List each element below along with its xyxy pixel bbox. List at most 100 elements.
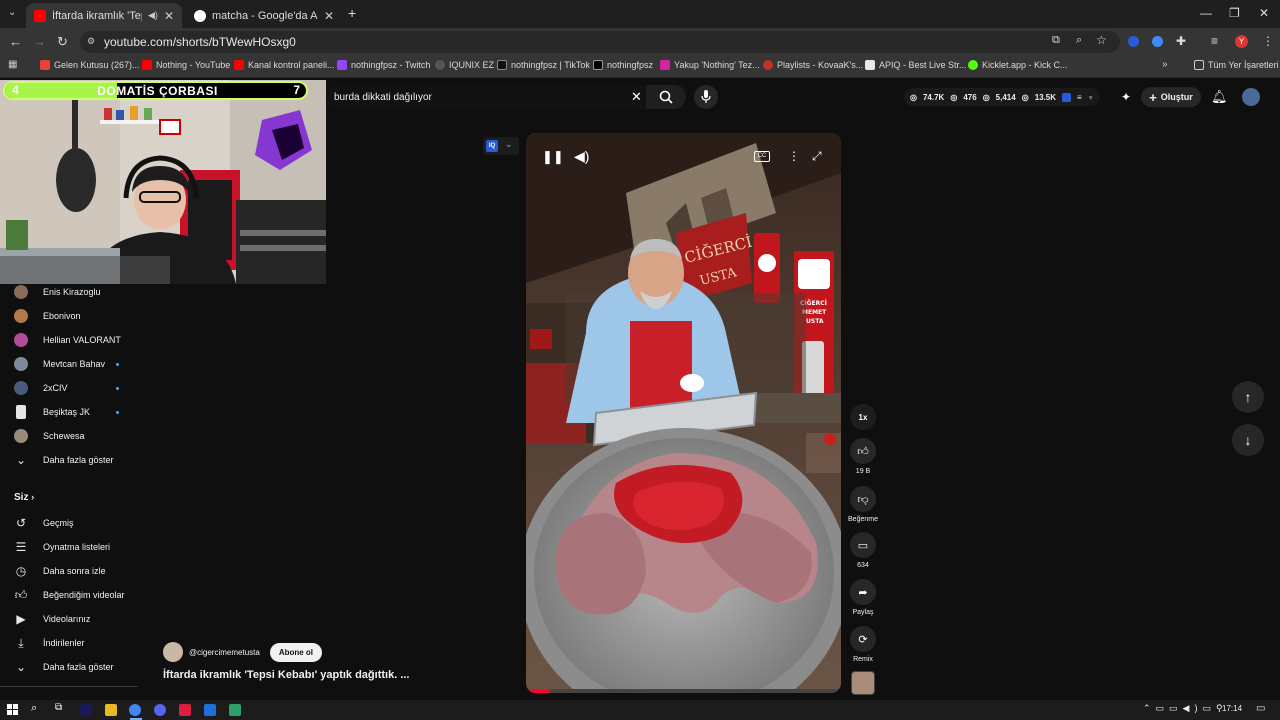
previous-short-button[interactable]: ↑	[1232, 381, 1264, 413]
search-icon[interactable]: ⌕	[31, 702, 37, 715]
clear-search-icon[interactable]: ✕	[631, 89, 642, 105]
bookmark-item[interactable]: nothingfpsz	[593, 60, 653, 70]
more-bookmarks-icon[interactable]: »	[1162, 59, 1168, 70]
browser-tab-bar: ⌄ İftarda ikramlık 'Tepsi Kebab ◀) ✕ mat…	[0, 0, 1280, 28]
sidebar-item-history[interactable]: ↺ Geçmiş	[14, 513, 74, 533]
bookmark-item[interactable]: Gelen Kutusu (267)...	[40, 60, 140, 70]
tab-google[interactable]: matcha - Google'da Ara ✕	[186, 3, 342, 28]
sidebar-item-subscription[interactable]: Hellian VALORANT	[14, 330, 121, 350]
notification-icon[interactable]: ▭	[1256, 703, 1265, 714]
extension-icon[interactable]	[1128, 36, 1139, 47]
close-tab-icon[interactable]: ✕	[164, 9, 174, 23]
subscribe-button[interactable]: Abone ol	[269, 642, 323, 662]
bookmark-item[interactable]: nothingfpsz | TikTok	[497, 60, 590, 70]
sidebar-item-watch-later[interactable]: ◷ Daha sonra izle	[14, 561, 106, 581]
dislike-button[interactable]: 👎︎ Beğenme	[848, 486, 878, 523]
address-bar[interactable]: ⚙ youtube.com/shorts/bTWewHOsxg0 ⧉ ⌕ ☆	[80, 31, 1120, 53]
apps-grid-icon[interactable]: ▦	[8, 59, 17, 70]
show-more-you[interactable]: ⌄ Daha fazla göster	[14, 657, 114, 677]
channel-avatar[interactable]	[163, 642, 183, 662]
app-icon[interactable]	[204, 704, 216, 716]
bookmark-item[interactable]: IQUNIX EZ	[435, 60, 494, 70]
sidebar-item-subscription[interactable]: Mevtcan Bahav	[14, 354, 105, 374]
fullscreen-icon[interactable]: ⤢	[812, 149, 822, 164]
extension-icon[interactable]	[1062, 92, 1072, 102]
sidebar-item-subscription[interactable]: Schewesa	[14, 426, 85, 446]
task-view-icon[interactable]: ⧉	[55, 702, 62, 713]
bookmark-item[interactable]: Playlists - KovaaK's...	[763, 60, 863, 70]
media-control-icon[interactable]: ≡	[1211, 34, 1218, 48]
system-tray-icons[interactable]: ⌃▭▭◀)▭⚲	[1143, 703, 1228, 714]
install-icon[interactable]: ⧉	[1052, 34, 1060, 47]
sidebar-item-subscription[interactable]: Beşiktaş JK	[14, 402, 90, 422]
close-window-icon[interactable]: ✕	[1259, 6, 1269, 20]
share-button[interactable]: ➦ Paylaş	[848, 579, 878, 616]
reload-icon[interactable]: ↻	[57, 34, 68, 50]
volume-icon[interactable]: ◀)	[574, 148, 589, 165]
quality-extension-button[interactable]: IQ ⌄	[483, 137, 519, 155]
sidebar-item-playlists[interactable]: ☰ Oynatma listeleri	[14, 537, 110, 557]
bookmark-item[interactable]: nothingfpsz - Twitch	[337, 60, 430, 70]
valorant-icon[interactable]	[179, 704, 191, 716]
video-title[interactable]: İftarda ikramlık 'Tepsi Kebabı' yaptık d…	[163, 669, 410, 681]
tab-search-icon[interactable]: ⌄	[8, 7, 16, 18]
close-tab-icon[interactable]: ✕	[324, 9, 334, 23]
captions-icon[interactable]: CC	[754, 151, 770, 162]
next-short-button[interactable]: ↓	[1232, 424, 1264, 456]
bookmark-item[interactable]: Kicklet.app - Kick C...	[968, 60, 1068, 70]
menu-dots-icon[interactable]: ⋮	[1262, 34, 1274, 48]
you-section-header[interactable]: Siz ›	[14, 492, 34, 503]
search-button[interactable]	[646, 85, 686, 109]
more-options-icon[interactable]: ⋮	[788, 149, 800, 163]
taskbar-clock[interactable]: 17:14	[1222, 704, 1242, 713]
back-icon[interactable]: ←	[9, 34, 22, 49]
notifications-bell-icon[interactable]: 🔔︎	[1211, 89, 1228, 105]
show-more-subscriptions[interactable]: ⌄ Daha fazla göster	[14, 450, 114, 470]
extensions-puzzle-icon[interactable]: ✚	[1176, 34, 1186, 48]
sidebar-item-subscription[interactable]: Enis Kirazoglu	[14, 282, 101, 302]
forward-icon[interactable]: →	[33, 34, 46, 49]
windows-start-icon[interactable]	[7, 704, 18, 715]
discord-icon[interactable]	[154, 704, 166, 716]
shorts-video-player[interactable]: CİĞERCİ USTA CİĞERCİ MEMET USTA ❚❚ ◀) CC…	[526, 133, 841, 693]
menu-icon[interactable]: ≡	[1077, 93, 1082, 102]
gemini-icon[interactable]: ✦	[1121, 90, 1131, 104]
comments-button[interactable]: ▭ 634	[848, 532, 878, 569]
app-icon[interactable]	[229, 704, 241, 716]
sidebar-item-your-videos[interactable]: ▶ Videolarınız	[14, 609, 90, 629]
extension-icon[interactable]	[1152, 36, 1163, 47]
playback-speed-button[interactable]: 1x	[848, 404, 878, 430]
sidebar-item-downloads[interactable]: ⤓ İndirilenler	[14, 633, 84, 653]
bookmark-item[interactable]: APIQ - Best Live Str...	[865, 60, 967, 70]
trophy-icon[interactable]: ♆	[1088, 93, 1094, 102]
pause-icon[interactable]: ❚❚	[542, 149, 564, 165]
premiere-icon[interactable]	[80, 704, 92, 716]
sound-thumbnail[interactable]	[851, 671, 875, 695]
restore-icon[interactable]: ❐	[1229, 6, 1240, 20]
explorer-icon[interactable]	[105, 704, 117, 716]
search-input[interactable]: burda dikkati dağılıyor ✕	[326, 85, 684, 109]
channel-handle[interactable]: @cigercimemetusta	[189, 648, 260, 657]
account-avatar[interactable]	[1242, 88, 1260, 106]
audio-icon[interactable]: ◀)	[148, 10, 158, 21]
create-button[interactable]: + Oluştur	[1141, 87, 1201, 107]
tab-youtube[interactable]: İftarda ikramlık 'Tepsi Kebab ◀) ✕	[26, 3, 182, 28]
like-button[interactable]: 👍︎ 19 B	[848, 438, 878, 475]
voice-search-button[interactable]	[694, 85, 718, 109]
chrome-icon[interactable]	[129, 704, 141, 716]
sidebar-item-subscription[interactable]: Ebonivon	[14, 306, 81, 326]
zoom-icon[interactable]: ⌕	[1076, 34, 1082, 47]
sidebar-item-liked-videos[interactable]: 👍︎ Beğendiğim videolar	[14, 585, 125, 605]
all-bookmarks[interactable]: Tüm Yer İşaretleri	[1194, 60, 1279, 70]
profile-avatar[interactable]: Y	[1235, 35, 1248, 48]
remix-button[interactable]: ⟳ Remix	[848, 626, 878, 663]
sidebar-item-subscription[interactable]: 2xCIV	[14, 378, 68, 398]
minimize-icon[interactable]: —	[1200, 6, 1212, 20]
bookmark-item[interactable]: Nothing - YouTube	[142, 60, 230, 70]
new-tab-icon[interactable]: +	[348, 5, 356, 21]
bookmark-star-icon[interactable]: ☆	[1096, 33, 1107, 47]
bookmark-item[interactable]: Kanal kontrol paneli...	[234, 60, 335, 70]
webcam-overlay	[0, 80, 326, 284]
bookmark-item[interactable]: Yakup 'Nothing' Tez...	[660, 60, 760, 70]
site-info-icon[interactable]: ⚙	[87, 36, 95, 47]
